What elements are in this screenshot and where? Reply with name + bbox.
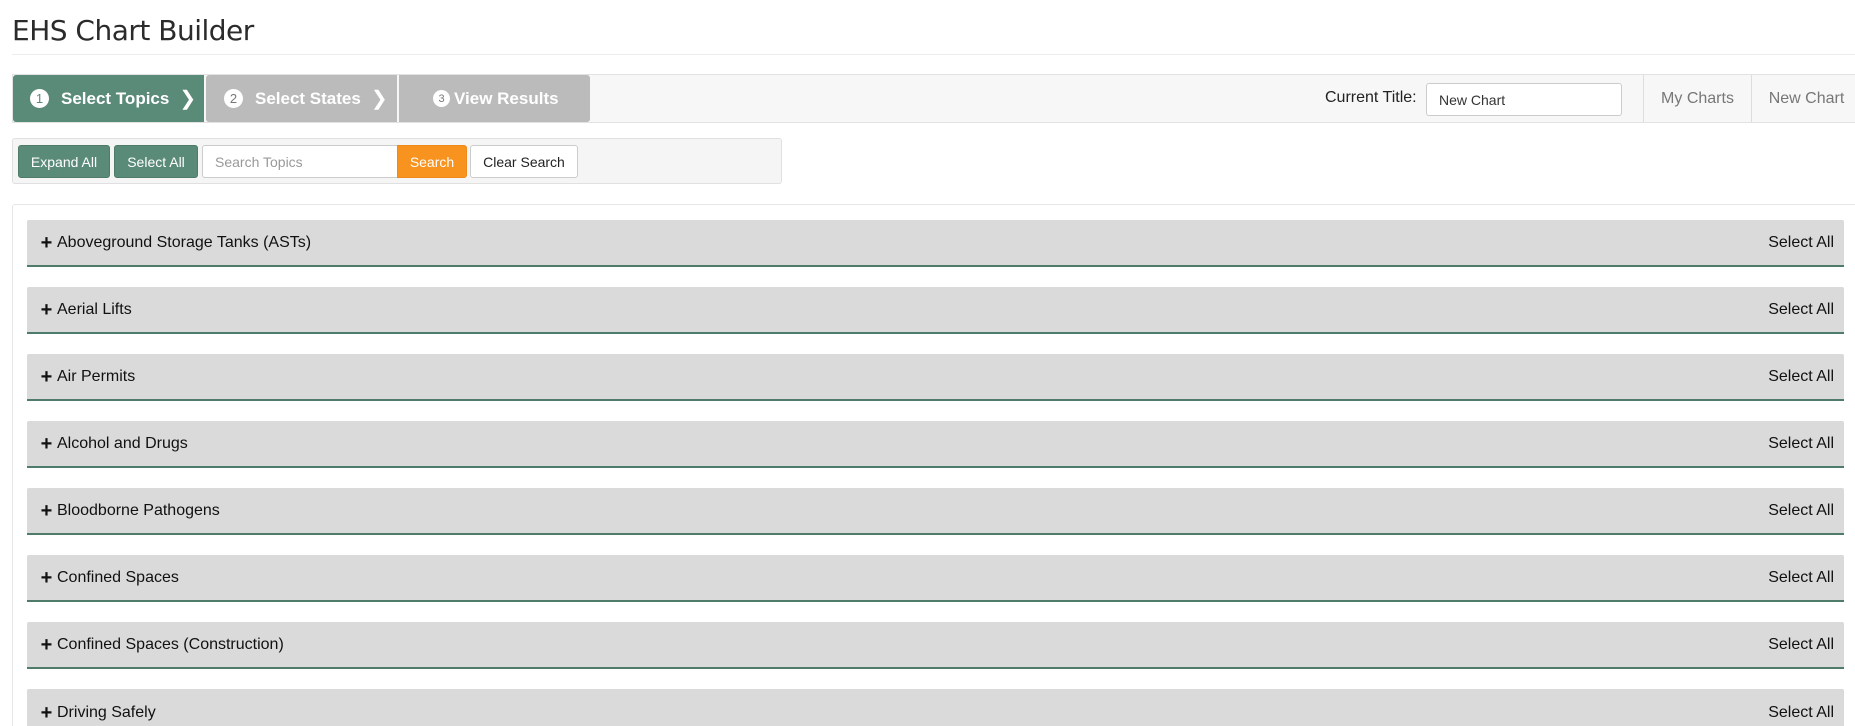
step-number-badge: 2 — [224, 89, 243, 108]
step-label: Select Topics — [61, 88, 170, 108]
expand-plus-icon[interactable]: + — [39, 635, 54, 655]
topic-label: Alcohol and Drugs — [57, 434, 188, 452]
chevron-right-icon: ❯ — [370, 88, 388, 110]
topic-row[interactable]: + Aboveground Storage Tanks (ASTs) Selec… — [27, 220, 1844, 267]
topic-row[interactable]: + Driving Safely Select All — [27, 689, 1844, 726]
page-title: EHS Chart Builder — [12, 14, 254, 47]
step-select-topics[interactable]: 1 Select Topics ❯ — [13, 75, 204, 122]
step-label: View Results — [454, 88, 559, 108]
title-divider — [12, 54, 1855, 55]
topic-label: Confined Spaces (Construction) — [57, 635, 284, 653]
topic-label: Bloodborne Pathogens — [57, 501, 220, 519]
step-select-states[interactable]: 2 Select States ❯ — [206, 75, 397, 122]
search-button[interactable]: Search — [397, 145, 467, 178]
new-chart-link[interactable]: New Chart — [1751, 75, 1855, 122]
topic-select-all-link[interactable]: Select All — [1768, 569, 1844, 587]
expand-plus-icon[interactable]: + — [39, 703, 54, 723]
topic-row[interactable]: + Confined Spaces (Construction) Select … — [27, 622, 1844, 669]
topic-select-all-link[interactable]: Select All — [1768, 636, 1844, 654]
topic-label: Aerial Lifts — [57, 300, 132, 318]
step-number-badge: 3 — [433, 90, 450, 107]
topic-row[interactable]: + Bloodborne Pathogens Select All — [27, 488, 1844, 535]
topic-toolbar: Expand All Select All Search Clear Searc… — [12, 138, 782, 184]
expand-all-button[interactable]: Expand All — [18, 145, 110, 178]
topic-select-all-link[interactable]: Select All — [1768, 694, 1844, 722]
topic-label: Driving Safely — [57, 703, 156, 721]
topic-select-all-link[interactable]: Select All — [1768, 234, 1844, 252]
expand-plus-icon[interactable]: + — [39, 434, 54, 454]
topic-select-all-link[interactable]: Select All — [1768, 368, 1844, 386]
topic-select-all-link[interactable]: Select All — [1768, 301, 1844, 319]
step-number-badge: 1 — [30, 89, 49, 108]
topic-select-all-link[interactable]: Select All — [1768, 502, 1844, 520]
topic-row[interactable]: + Air Permits Select All — [27, 354, 1844, 401]
wizard-bar: 1 Select Topics ❯ 2 Select States ❯ 3 Vi… — [12, 74, 1855, 123]
topic-row[interactable]: + Alcohol and Drugs Select All — [27, 421, 1844, 468]
topic-row[interactable]: + Aerial Lifts Select All — [27, 287, 1844, 334]
expand-plus-icon[interactable]: + — [39, 501, 54, 521]
chevron-right-icon: ❯ — [179, 88, 197, 110]
step-label: Select States — [255, 88, 361, 108]
expand-plus-icon[interactable]: + — [39, 367, 54, 387]
topic-label: Aboveground Storage Tanks (ASTs) — [57, 233, 312, 251]
topic-label: Confined Spaces — [57, 568, 179, 586]
select-all-button[interactable]: Select All — [114, 145, 198, 178]
my-charts-link[interactable]: My Charts — [1643, 75, 1751, 122]
expand-plus-icon[interactable]: + — [39, 568, 54, 588]
current-title-input[interactable] — [1426, 83, 1622, 116]
topic-label: Air Permits — [57, 367, 136, 385]
expand-plus-icon[interactable]: + — [39, 300, 54, 320]
clear-search-button[interactable]: Clear Search — [470, 145, 578, 178]
step-view-results[interactable]: 3 View Results — [399, 75, 590, 122]
current-title-label: Current Title: — [1325, 89, 1417, 106]
topic-row[interactable]: + Confined Spaces Select All — [27, 555, 1844, 602]
expand-plus-icon[interactable]: + — [39, 233, 54, 253]
search-input[interactable] — [202, 145, 398, 178]
topic-select-all-link[interactable]: Select All — [1768, 435, 1844, 453]
